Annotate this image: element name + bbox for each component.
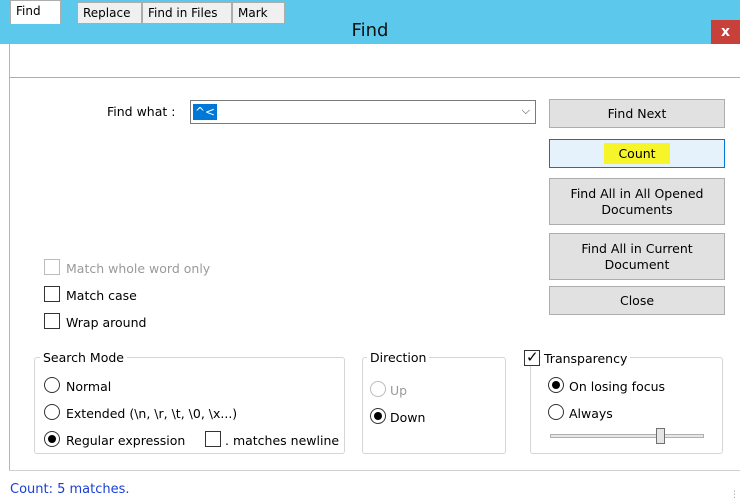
find-all-current-button[interactable]: Find All in Current Document bbox=[549, 233, 725, 280]
search-mode-extended-label: Extended (\n, \r, \t, \0, \x...) bbox=[66, 406, 238, 421]
radio-selected-dot bbox=[48, 435, 56, 443]
search-mode-normal-radio[interactable] bbox=[44, 377, 60, 393]
count-button[interactable]: Count bbox=[549, 139, 725, 168]
transparency-slider-track[interactable] bbox=[550, 434, 704, 438]
search-mode-legend: Search Mode bbox=[40, 350, 127, 365]
match-case-label: Match case bbox=[66, 288, 137, 303]
status-text: Count: 5 matches. bbox=[10, 482, 130, 497]
direction-up-label: Up bbox=[390, 383, 408, 398]
direction-down-label: Down bbox=[390, 410, 426, 425]
matches-newline-checkbox[interactable] bbox=[205, 431, 221, 447]
transparency-on-losing-focus-radio[interactable] bbox=[548, 377, 564, 393]
transparency-legend: Transparency bbox=[541, 351, 631, 366]
find-all-opened-button[interactable]: Find All in All Opened Documents bbox=[549, 178, 725, 225]
close-icon: x bbox=[720, 24, 731, 40]
find-next-button[interactable]: Find Next bbox=[549, 99, 725, 128]
direction-group bbox=[362, 357, 506, 454]
match-whole-word-checkbox[interactable] bbox=[44, 259, 60, 275]
search-mode-regex-radio[interactable] bbox=[44, 431, 60, 447]
tab-label: Mark bbox=[238, 6, 268, 20]
transparency-always-radio[interactable] bbox=[548, 404, 564, 420]
tab-find-in-files[interactable]: Find in Files bbox=[142, 2, 232, 23]
search-mode-extended-radio[interactable] bbox=[44, 404, 60, 420]
radio-selected-dot bbox=[552, 381, 560, 389]
tab-label: Find bbox=[16, 4, 41, 18]
transparency-slider-thumb[interactable] bbox=[656, 428, 665, 444]
direction-up-radio[interactable] bbox=[370, 381, 386, 397]
close-button[interactable]: Close bbox=[549, 286, 725, 315]
find-what-label: Find what : bbox=[107, 104, 176, 119]
transparency-checkbox[interactable]: ✓ bbox=[524, 348, 540, 366]
matches-newline-label: . matches newline bbox=[225, 433, 340, 448]
direction-down-radio[interactable] bbox=[370, 408, 386, 424]
tab-label: Find in Files bbox=[148, 6, 218, 20]
search-mode-regex-label: Regular expression bbox=[66, 433, 186, 448]
chevron-down-icon[interactable]: ⌵ bbox=[522, 104, 530, 118]
match-whole-word-label: Match whole word only bbox=[66, 261, 211, 276]
find-what-combo[interactable]: ^< ⌵ bbox=[190, 100, 536, 124]
tab-divider bbox=[10, 77, 740, 78]
match-case-checkbox[interactable] bbox=[44, 286, 60, 302]
count-button-label: Count bbox=[604, 142, 670, 165]
tab-label: Replace bbox=[83, 6, 131, 20]
tab-replace[interactable]: Replace bbox=[77, 2, 142, 23]
wrap-around-checkbox[interactable] bbox=[44, 313, 60, 329]
direction-legend: Direction bbox=[367, 350, 430, 365]
window-title: Find bbox=[351, 20, 389, 41]
tab-mark[interactable]: Mark bbox=[232, 2, 285, 23]
radio-selected-dot bbox=[374, 412, 382, 420]
transparency-always-label: Always bbox=[569, 406, 613, 421]
find-what-value[interactable]: ^< bbox=[193, 104, 218, 120]
wrap-around-label: Wrap around bbox=[66, 315, 147, 330]
checkmark-icon: ✓ bbox=[526, 348, 539, 366]
transparency-on-losing-focus-label: On losing focus bbox=[569, 379, 666, 394]
search-mode-normal-label: Normal bbox=[66, 379, 112, 394]
tab-find[interactable]: Find bbox=[10, 0, 61, 24]
status-bar: Count: 5 matches. bbox=[9, 470, 740, 502]
resize-grip-icon[interactable]: ⋮ bbox=[730, 490, 739, 500]
close-window-button[interactable]: x bbox=[711, 20, 740, 44]
